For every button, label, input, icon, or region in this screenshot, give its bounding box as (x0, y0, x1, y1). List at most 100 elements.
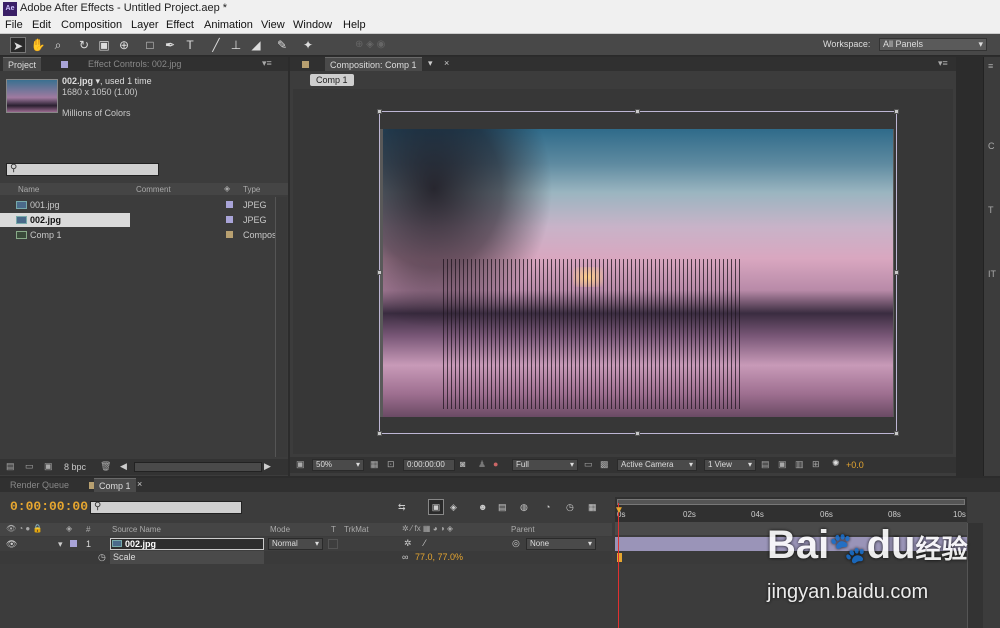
layer-row[interactable]: 👁 ▾ 1 002.jpg Normal ✲ ⁄ ◎ None (0, 537, 612, 551)
scroll-left-icon[interactable]: ◀ (120, 461, 127, 472)
horizontal-scrollbar[interactable] (134, 462, 262, 472)
type-tool-icon[interactable]: T (182, 37, 198, 53)
new-folder-icon[interactable]: ▭ (25, 461, 34, 472)
blend-mode-dropdown[interactable]: Normal (268, 538, 323, 550)
chevron-down-icon[interactable]: ▾ (428, 58, 433, 69)
selection-tool-icon[interactable]: ➤ (10, 37, 26, 53)
playhead-head-icon[interactable]: ▼ (614, 505, 624, 516)
menu-window[interactable]: Window (293, 19, 332, 31)
composition-viewer[interactable] (293, 89, 953, 454)
work-area-bar[interactable] (617, 499, 965, 505)
scale-value[interactable]: 77.0, 77.0% (415, 552, 463, 562)
stopwatch-icon[interactable]: ◷ (566, 502, 574, 513)
label-swatch[interactable] (70, 540, 77, 547)
pen-tool-icon[interactable]: ✒ (162, 37, 178, 53)
transform-handle[interactable] (894, 270, 899, 275)
motion-blur-icon[interactable]: ◍ (520, 502, 528, 513)
flowchart-icon[interactable]: ⊞ (812, 459, 820, 470)
tracking-icon[interactable]: IT (988, 269, 996, 279)
new-composition-icon[interactable]: ▣ (44, 461, 53, 472)
rectangle-tool-icon[interactable]: □ (142, 37, 158, 53)
tab-composition[interactable]: Composition: Comp 1 (325, 57, 422, 71)
preserve-transparency-checkbox[interactable] (328, 539, 338, 549)
menu-file[interactable]: File (5, 19, 23, 31)
show-snapshot-icon[interactable]: ♟ (478, 459, 486, 470)
property-row-scale[interactable]: ◷ Scale ∞ 77.0, 77.0% (0, 551, 612, 564)
timeline-icon[interactable]: ▥ (795, 459, 804, 470)
project-item[interactable]: Comp 1 Compos (0, 228, 277, 242)
pick-whip-icon[interactable]: ◎ (512, 538, 520, 549)
tab-project[interactable]: Project (3, 57, 42, 71)
tab-render-queue[interactable]: Render Queue (5, 478, 74, 492)
toggle-pixel-aspect-icon[interactable]: ▤ (761, 459, 770, 470)
workspace-dropdown[interactable]: All Panels ▾ (879, 38, 987, 51)
menu-layer[interactable]: Layer (131, 19, 159, 31)
safe-zones-icon[interactable]: ▦ (370, 459, 379, 470)
shy-icon[interactable]: ☻ (478, 502, 487, 512)
column-trkmat[interactable]: TrkMat (344, 525, 369, 534)
graph-editor-icon[interactable]: ◔ (545, 502, 550, 512)
live-update-icon[interactable]: ▣ (428, 499, 444, 515)
close-icon[interactable]: × (444, 58, 449, 68)
pan-behind-tool-icon[interactable]: ⊕ (116, 37, 132, 53)
tab-comp-1[interactable]: Comp 1 (94, 478, 136, 492)
column-parent[interactable]: Parent (511, 525, 535, 534)
panel-menu-icon[interactable]: ▾≡ (938, 58, 948, 69)
magnification-dropdown[interactable]: 50% (312, 459, 364, 471)
close-icon[interactable]: × (137, 479, 142, 489)
current-time-display[interactable]: 0:00:00:00 (403, 459, 455, 471)
project-scrollbar[interactable] (275, 197, 287, 457)
trash-icon[interactable]: 🗑 (100, 461, 111, 472)
zoom-tool-icon[interactable]: ⌕ (50, 37, 66, 53)
panel-menu-icon[interactable]: ≡ (988, 61, 993, 71)
draft-3d-icon[interactable]: ◈ (450, 502, 457, 513)
comp-mini-flowchart-icon[interactable]: ⇆ (398, 502, 406, 513)
fast-previews-icon[interactable]: ▣ (778, 459, 787, 470)
panel-menu-icon[interactable]: ▾≡ (262, 58, 272, 69)
project-search-input[interactable]: ⚲ (6, 163, 159, 176)
menu-effect[interactable]: Effect (166, 19, 194, 31)
timeline-current-time[interactable]: 0:00:00:00 (10, 499, 88, 514)
interpret-footage-icon[interactable]: ▤ (6, 461, 15, 472)
layer-name[interactable]: 002.jpg (110, 538, 264, 550)
layer-bounding-box[interactable] (379, 111, 897, 434)
project-item[interactable]: 001.jpg JPEG (0, 198, 275, 212)
exposure-icon[interactable]: ✺ (832, 458, 840, 469)
exposure-value[interactable]: +0.0 (846, 460, 864, 470)
channel-icon[interactable]: ● (493, 459, 498, 469)
grid-icon[interactable]: ⊡ (387, 459, 395, 470)
parent-dropdown[interactable]: None (526, 538, 596, 550)
menu-edit[interactable]: Edit (32, 19, 51, 31)
menu-view[interactable]: View (261, 19, 285, 31)
transform-handle[interactable] (377, 270, 382, 275)
eye-icon[interactable]: 👁 (6, 539, 17, 550)
column-mode[interactable]: Mode (270, 525, 290, 534)
timeline-search-input[interactable]: ⚲ (90, 501, 242, 514)
chevron-down-icon[interactable]: ▾ (93, 76, 101, 86)
column-source-name[interactable]: Source Name (112, 525, 161, 534)
transform-handle[interactable] (894, 431, 899, 436)
stopwatch-icon[interactable]: ◷ (98, 552, 106, 563)
constrain-proportions-icon[interactable]: ∞ (402, 552, 408, 562)
snapshot-icon[interactable]: ◙ (460, 459, 465, 469)
transform-handle[interactable] (635, 109, 640, 114)
eraser-tool-icon[interactable]: ◢ (248, 37, 264, 53)
transform-handle[interactable] (377, 109, 382, 114)
quality-switch-icon[interactable]: ⁄ (424, 538, 426, 548)
scroll-right-icon[interactable]: ▶ (264, 461, 271, 472)
column-t[interactable]: T (331, 525, 336, 534)
always-preview-icon[interactable]: ▣ (296, 459, 305, 470)
camera-tool-icon[interactable]: ▣ (96, 37, 112, 53)
menu-help[interactable]: Help (343, 19, 366, 31)
shy-switch-icon[interactable]: ✲ (404, 538, 412, 549)
bit-depth-button[interactable]: 8 bpc (64, 462, 86, 472)
type-tool-icon[interactable]: T (988, 205, 994, 215)
transform-handle[interactable] (894, 109, 899, 114)
tab-effect-controls[interactable]: Effect Controls: 002.jpg (83, 57, 186, 71)
transparency-grid-icon[interactable]: ▩ (600, 459, 609, 470)
transform-handle[interactable] (377, 431, 382, 436)
frame-blending-icon[interactable]: ▤ (498, 502, 507, 513)
project-item[interactable]: 002.jpg JPEG (0, 213, 275, 227)
character-panel-icon[interactable]: C (988, 141, 995, 151)
rotation-tool-icon[interactable]: ↻ (76, 37, 92, 53)
